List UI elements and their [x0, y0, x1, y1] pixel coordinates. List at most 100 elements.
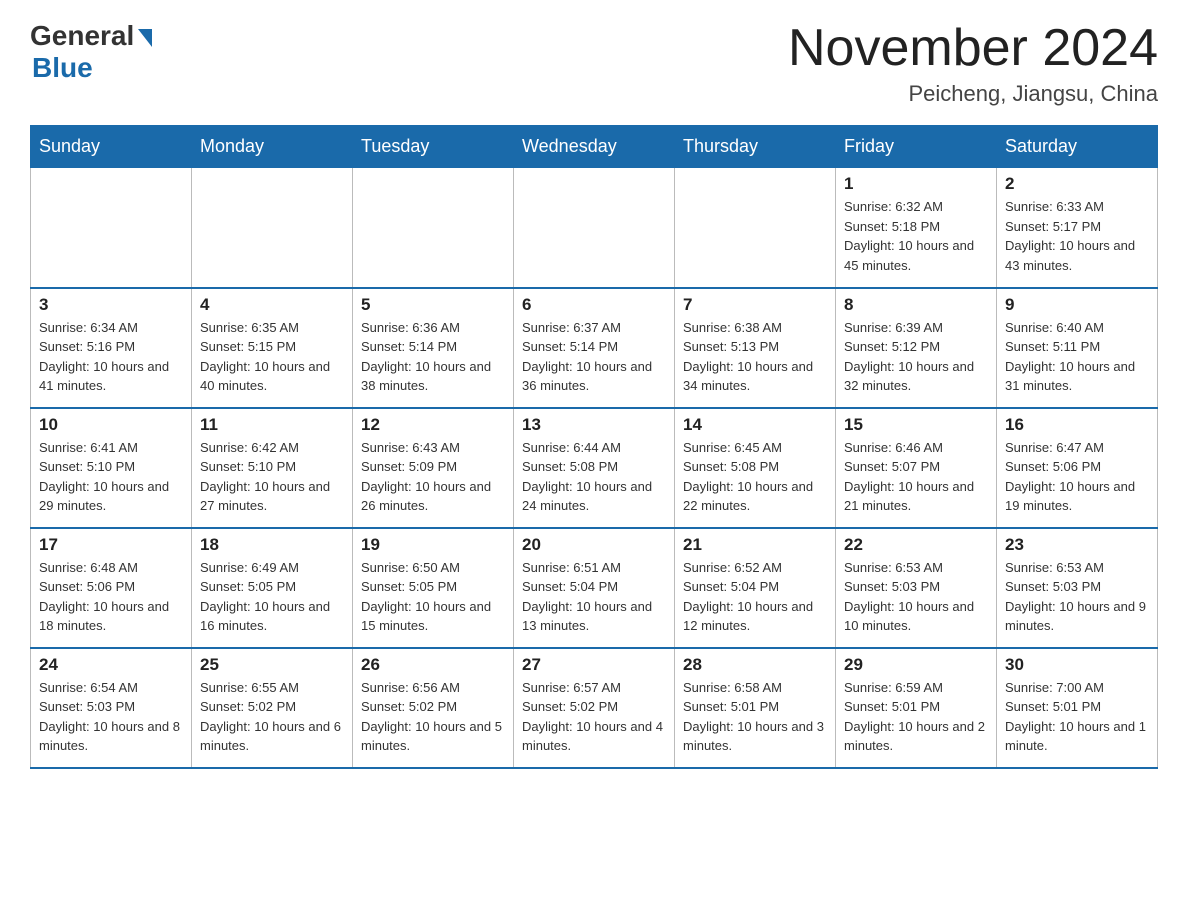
- day-info: Sunrise: 6:42 AM Sunset: 5:10 PM Dayligh…: [200, 438, 344, 516]
- calendar-cell: 12 Sunrise: 6:43 AM Sunset: 5:09 PM Dayli…: [353, 408, 514, 528]
- calendar-cell: 7Sunrise: 6:38 AM Sunset: 5:13 PM Daylig…: [675, 288, 836, 408]
- weekday-header-thursday: Thursday: [675, 126, 836, 168]
- weekday-header-friday: Friday: [836, 126, 997, 168]
- day-info: Sunrise: 6:36 AM Sunset: 5:14 PM Dayligh…: [361, 318, 505, 396]
- title-block: November 2024 Peicheng, Jiangsu, China: [788, 20, 1158, 107]
- day-info: Sunrise: 6:47 AM Sunset: 5:06 PM Dayligh…: [1005, 438, 1149, 516]
- day-number: 21: [683, 535, 827, 555]
- day-info: Sunrise: 6:43 AM Sunset: 5:09 PM Dayligh…: [361, 438, 505, 516]
- calendar-cell: 20 Sunrise: 6:51 AM Sunset: 5:04 PM Dayli…: [514, 528, 675, 648]
- day-info: Sunrise: 7:00 AM Sunset: 5:01 PM Dayligh…: [1005, 678, 1149, 756]
- day-number: 29: [844, 655, 988, 675]
- calendar-cell: 28 Sunrise: 6:58 AM Sunset: 5:01 PM Dayli…: [675, 648, 836, 768]
- weekday-header-sunday: Sunday: [31, 126, 192, 168]
- day-number: 10: [39, 415, 183, 435]
- weekday-header-tuesday: Tuesday: [353, 126, 514, 168]
- day-number: 24: [39, 655, 183, 675]
- calendar-cell: 14 Sunrise: 6:45 AM Sunset: 5:08 PM Dayli…: [675, 408, 836, 528]
- calendar-cell: 10Sunrise: 6:41 AM Sunset: 5:10 PM Dayli…: [31, 408, 192, 528]
- calendar-week-2: 10Sunrise: 6:41 AM Sunset: 5:10 PM Dayli…: [31, 408, 1158, 528]
- location-text: Peicheng, Jiangsu, China: [788, 81, 1158, 107]
- day-info: Sunrise: 6:59 AM Sunset: 5:01 PM Dayligh…: [844, 678, 988, 756]
- calendar-cell: [353, 168, 514, 288]
- calendar-cell: 18 Sunrise: 6:49 AM Sunset: 5:05 PM Dayli…: [192, 528, 353, 648]
- day-number: 20: [522, 535, 666, 555]
- day-info: Sunrise: 6:40 AM Sunset: 5:11 PM Dayligh…: [1005, 318, 1149, 396]
- day-number: 2: [1005, 174, 1149, 194]
- day-info: Sunrise: 6:57 AM Sunset: 5:02 PM Dayligh…: [522, 678, 666, 756]
- calendar-cell: [514, 168, 675, 288]
- day-info: Sunrise: 6:51 AM Sunset: 5:04 PM Dayligh…: [522, 558, 666, 636]
- calendar-cell: 4 Sunrise: 6:35 AM Sunset: 5:15 PM Daylig…: [192, 288, 353, 408]
- day-info: Sunrise: 6:53 AM Sunset: 5:03 PM Dayligh…: [844, 558, 988, 636]
- calendar-cell: 13Sunrise: 6:44 AM Sunset: 5:08 PM Dayli…: [514, 408, 675, 528]
- weekday-header-row: SundayMondayTuesdayWednesdayThursdayFrid…: [31, 126, 1158, 168]
- day-info: Sunrise: 6:45 AM Sunset: 5:08 PM Dayligh…: [683, 438, 827, 516]
- day-info: Sunrise: 6:49 AM Sunset: 5:05 PM Dayligh…: [200, 558, 344, 636]
- day-info: Sunrise: 6:54 AM Sunset: 5:03 PM Dayligh…: [39, 678, 183, 756]
- weekday-header-monday: Monday: [192, 126, 353, 168]
- day-info: Sunrise: 6:56 AM Sunset: 5:02 PM Dayligh…: [361, 678, 505, 756]
- day-number: 25: [200, 655, 344, 675]
- calendar-cell: [192, 168, 353, 288]
- calendar-cell: 9 Sunrise: 6:40 AM Sunset: 5:11 PM Daylig…: [997, 288, 1158, 408]
- calendar-cell: 3 Sunrise: 6:34 AM Sunset: 5:16 PM Daylig…: [31, 288, 192, 408]
- calendar-cell: 19Sunrise: 6:50 AM Sunset: 5:05 PM Dayli…: [353, 528, 514, 648]
- day-info: Sunrise: 6:53 AM Sunset: 5:03 PM Dayligh…: [1005, 558, 1149, 636]
- day-number: 22: [844, 535, 988, 555]
- day-info: Sunrise: 6:35 AM Sunset: 5:15 PM Dayligh…: [200, 318, 344, 396]
- day-number: 9: [1005, 295, 1149, 315]
- day-info: Sunrise: 6:58 AM Sunset: 5:01 PM Dayligh…: [683, 678, 827, 756]
- day-number: 23: [1005, 535, 1149, 555]
- calendar-cell: 29 Sunrise: 6:59 AM Sunset: 5:01 PM Dayli…: [836, 648, 997, 768]
- logo-blue-text: Blue: [32, 52, 93, 84]
- logo: General Blue: [30, 20, 152, 84]
- page-header: General Blue November 2024 Peicheng, Jia…: [30, 20, 1158, 107]
- day-number: 18: [200, 535, 344, 555]
- day-number: 17: [39, 535, 183, 555]
- day-info: Sunrise: 6:52 AM Sunset: 5:04 PM Dayligh…: [683, 558, 827, 636]
- calendar-week-4: 24 Sunrise: 6:54 AM Sunset: 5:03 PM Dayli…: [31, 648, 1158, 768]
- calendar-cell: 17Sunrise: 6:48 AM Sunset: 5:06 PM Dayli…: [31, 528, 192, 648]
- calendar-cell: 16 Sunrise: 6:47 AM Sunset: 5:06 PM Dayli…: [997, 408, 1158, 528]
- calendar-cell: 27 Sunrise: 6:57 AM Sunset: 5:02 PM Dayli…: [514, 648, 675, 768]
- day-number: 19: [361, 535, 505, 555]
- day-info: Sunrise: 6:32 AM Sunset: 5:18 PM Dayligh…: [844, 197, 988, 275]
- calendar-cell: 23 Sunrise: 6:53 AM Sunset: 5:03 PM Dayli…: [997, 528, 1158, 648]
- day-number: 11: [200, 415, 344, 435]
- day-info: Sunrise: 6:55 AM Sunset: 5:02 PM Dayligh…: [200, 678, 344, 756]
- weekday-header-wednesday: Wednesday: [514, 126, 675, 168]
- calendar-cell: 5Sunrise: 6:36 AM Sunset: 5:14 PM Daylig…: [353, 288, 514, 408]
- day-info: Sunrise: 6:34 AM Sunset: 5:16 PM Dayligh…: [39, 318, 183, 396]
- calendar-cell: [31, 168, 192, 288]
- day-info: Sunrise: 6:39 AM Sunset: 5:12 PM Dayligh…: [844, 318, 988, 396]
- calendar-cell: 22 Sunrise: 6:53 AM Sunset: 5:03 PM Dayli…: [836, 528, 997, 648]
- day-number: 6: [522, 295, 666, 315]
- weekday-header-saturday: Saturday: [997, 126, 1158, 168]
- month-year-title: November 2024: [788, 20, 1158, 77]
- calendar-cell: 30 Sunrise: 7:00 AM Sunset: 5:01 PM Dayli…: [997, 648, 1158, 768]
- calendar-cell: 24 Sunrise: 6:54 AM Sunset: 5:03 PM Dayli…: [31, 648, 192, 768]
- logo-top: General: [30, 20, 152, 52]
- day-number: 4: [200, 295, 344, 315]
- day-info: Sunrise: 6:33 AM Sunset: 5:17 PM Dayligh…: [1005, 197, 1149, 275]
- calendar-cell: [675, 168, 836, 288]
- calendar-cell: 1Sunrise: 6:32 AM Sunset: 5:18 PM Daylig…: [836, 168, 997, 288]
- day-number: 28: [683, 655, 827, 675]
- calendar-cell: 25 Sunrise: 6:55 AM Sunset: 5:02 PM Dayli…: [192, 648, 353, 768]
- day-number: 8: [844, 295, 988, 315]
- day-number: 27: [522, 655, 666, 675]
- day-number: 16: [1005, 415, 1149, 435]
- day-number: 15: [844, 415, 988, 435]
- day-info: Sunrise: 6:37 AM Sunset: 5:14 PM Dayligh…: [522, 318, 666, 396]
- day-number: 3: [39, 295, 183, 315]
- day-number: 26: [361, 655, 505, 675]
- day-number: 12: [361, 415, 505, 435]
- calendar-week-3: 17Sunrise: 6:48 AM Sunset: 5:06 PM Dayli…: [31, 528, 1158, 648]
- calendar-table: SundayMondayTuesdayWednesdayThursdayFrid…: [30, 125, 1158, 769]
- day-info: Sunrise: 6:44 AM Sunset: 5:08 PM Dayligh…: [522, 438, 666, 516]
- logo-general-text: General: [30, 20, 134, 52]
- day-number: 30: [1005, 655, 1149, 675]
- calendar-week-1: 3 Sunrise: 6:34 AM Sunset: 5:16 PM Daylig…: [31, 288, 1158, 408]
- day-number: 14: [683, 415, 827, 435]
